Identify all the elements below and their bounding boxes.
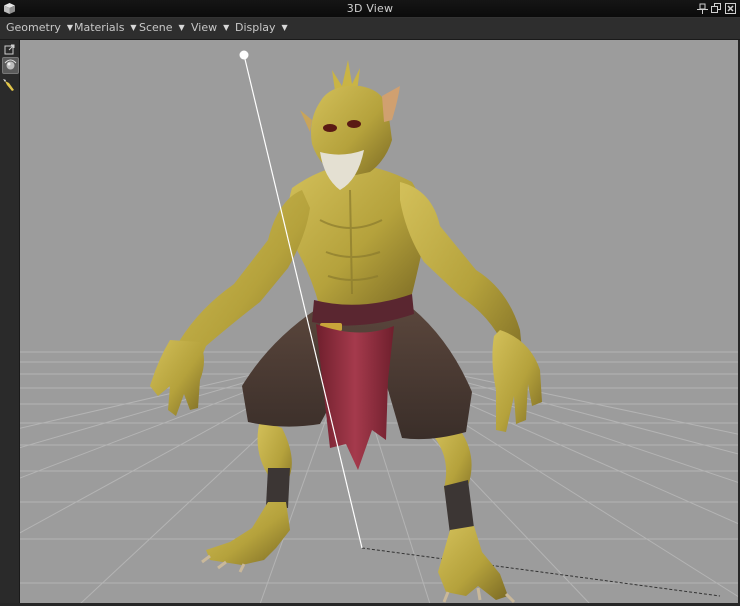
3d-viewport[interactable] [20, 40, 738, 604]
menu-geometry[interactable]: Geometry ▼ [6, 21, 73, 37]
close-icon[interactable] [725, 3, 736, 14]
rotate-camera-icon[interactable] [2, 57, 19, 74]
3d-view-window: 3D View Geometry ▼ Materials ▼ Scene ▼ View… [0, 0, 740, 606]
popout-icon[interactable] [2, 43, 17, 58]
menu-scene[interactable]: Scene ▼ [139, 21, 185, 37]
menu-label: Geometry [6, 21, 61, 34]
right-hand [492, 330, 542, 432]
window-title: 3D View [346, 2, 394, 15]
goblin-head [300, 60, 400, 190]
menu-label: Scene [139, 21, 173, 34]
menu-display[interactable]: Display ▼ [235, 21, 288, 37]
pin-icon[interactable] [697, 3, 708, 14]
left-leg [201, 420, 292, 573]
ground-axis-line [361, 547, 721, 597]
title-bar: 3D View [0, 0, 740, 18]
dropdown-arrow-icon: ▼ [223, 23, 230, 32]
light-handle[interactable] [239, 50, 249, 60]
loincloth [316, 324, 394, 470]
viewport-canvas[interactable] [20, 40, 738, 604]
restore-icon[interactable] [711, 3, 722, 14]
menu-bar: Geometry ▼ Materials ▼ Scene ▼ View ▼ Displa… [0, 18, 740, 40]
left-hand [150, 340, 204, 416]
menu-materials[interactable]: Materials ▼ [74, 21, 137, 37]
dropdown-arrow-icon: ▼ [178, 23, 185, 32]
dropdown-arrow-icon: ▼ [130, 23, 137, 32]
menu-view[interactable]: View ▼ [191, 21, 229, 37]
pen-icon[interactable] [2, 78, 17, 93]
menu-label: Display [235, 21, 276, 34]
right-leg [430, 430, 516, 604]
dropdown-arrow-icon: ▼ [281, 23, 288, 32]
goblin-model[interactable] [150, 60, 542, 604]
viewport-toolbar [0, 40, 20, 606]
menu-label: Materials [74, 21, 125, 34]
menu-label: View [191, 21, 218, 34]
dropdown-arrow-icon: ▼ [66, 23, 74, 32]
